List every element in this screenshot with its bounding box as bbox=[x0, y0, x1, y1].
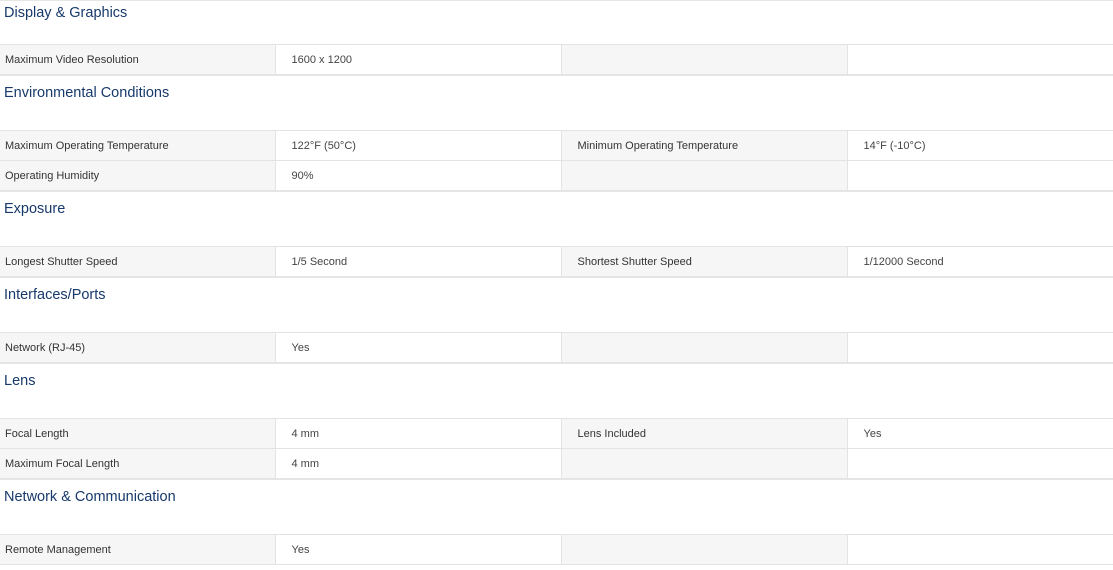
spec-row: Maximum Focal Length 4 mm bbox=[0, 448, 1113, 479]
spec-table: Longest Shutter Speed 1/5 Second Shortest … bbox=[0, 246, 1113, 277]
spec-label: Maximum Operating Temperature bbox=[0, 130, 275, 161]
spec-row: Maximum Video Resolution 1600 x 1200 bbox=[0, 44, 1113, 75]
spec-table: Network (RJ-45) Yes bbox=[0, 332, 1113, 363]
spec-row: Operating Humidity 90% bbox=[0, 160, 1113, 191]
spec-label bbox=[560, 534, 847, 565]
spec-row: Maximum Operating Temperature 122°F (50°C… bbox=[0, 130, 1113, 161]
spec-label: Longest Shutter Speed bbox=[0, 246, 275, 277]
spec-row: Longest Shutter Speed 1/5 Second Shortest … bbox=[0, 246, 1113, 277]
section-heading: Environmental Conditions bbox=[0, 75, 1113, 130]
section-heading: Exposure bbox=[0, 191, 1113, 246]
spec-section: Exposure Longest Shutter Speed 1/5 Second S… bbox=[0, 191, 1113, 277]
spec-row: Remote Management Yes bbox=[0, 534, 1113, 565]
spec-section: Interfaces/Ports Network (RJ-45) Yes bbox=[0, 277, 1113, 363]
spec-value bbox=[846, 44, 1113, 75]
spec-label: Maximum Focal Length bbox=[0, 448, 275, 479]
spec-value: 1/5 Second bbox=[274, 246, 561, 277]
spec-sheet: Display & Graphics Maximum Video Resoluti… bbox=[0, 0, 1113, 565]
section-heading: Lens bbox=[0, 363, 1113, 418]
spec-label: Minimum Operating Temperature bbox=[560, 130, 847, 161]
spec-value: 14°F (-10°C) bbox=[846, 130, 1113, 161]
spec-value bbox=[846, 448, 1113, 479]
spec-section: Lens Focal Length 4 mm Lens Included Yes Maxi… bbox=[0, 363, 1113, 479]
spec-label bbox=[560, 448, 847, 479]
spec-row: Network (RJ-45) Yes bbox=[0, 332, 1113, 363]
spec-label bbox=[560, 160, 847, 191]
spec-label bbox=[560, 332, 847, 363]
spec-label: Shortest Shutter Speed bbox=[560, 246, 847, 277]
spec-section: Display & Graphics Maximum Video Resoluti… bbox=[0, 0, 1113, 75]
section-heading: Display & Graphics bbox=[0, 0, 1113, 44]
spec-table: Maximum Operating Temperature 122°F (50°C… bbox=[0, 130, 1113, 191]
spec-label: Lens Included bbox=[560, 418, 847, 449]
spec-value: 90% bbox=[274, 160, 561, 191]
spec-section: Network & Communication Remote Management… bbox=[0, 479, 1113, 565]
spec-value bbox=[846, 534, 1113, 565]
spec-value: Yes bbox=[274, 332, 561, 363]
spec-label: Remote Management bbox=[0, 534, 275, 565]
spec-label: Focal Length bbox=[0, 418, 275, 449]
spec-value bbox=[846, 160, 1113, 191]
spec-value: 4 mm bbox=[274, 448, 561, 479]
spec-label: Operating Humidity bbox=[0, 160, 275, 191]
spec-label bbox=[560, 44, 847, 75]
spec-table: Focal Length 4 mm Lens Included Yes Maximum … bbox=[0, 418, 1113, 479]
spec-label: Maximum Video Resolution bbox=[0, 44, 275, 75]
spec-value bbox=[846, 332, 1113, 363]
spec-section: Environmental Conditions Maximum Operatin… bbox=[0, 75, 1113, 191]
spec-value: Yes bbox=[846, 418, 1113, 449]
spec-label: Network (RJ-45) bbox=[0, 332, 275, 363]
section-heading: Interfaces/Ports bbox=[0, 277, 1113, 332]
spec-table: Remote Management Yes bbox=[0, 534, 1113, 565]
spec-value: 1/12000 Second bbox=[846, 246, 1113, 277]
spec-row: Focal Length 4 mm Lens Included Yes bbox=[0, 418, 1113, 449]
spec-value: 1600 x 1200 bbox=[274, 44, 561, 75]
spec-value: Yes bbox=[274, 534, 561, 565]
spec-table: Maximum Video Resolution 1600 x 1200 bbox=[0, 44, 1113, 75]
spec-value: 122°F (50°C) bbox=[274, 130, 561, 161]
section-heading: Network & Communication bbox=[0, 479, 1113, 534]
spec-value: 4 mm bbox=[274, 418, 561, 449]
